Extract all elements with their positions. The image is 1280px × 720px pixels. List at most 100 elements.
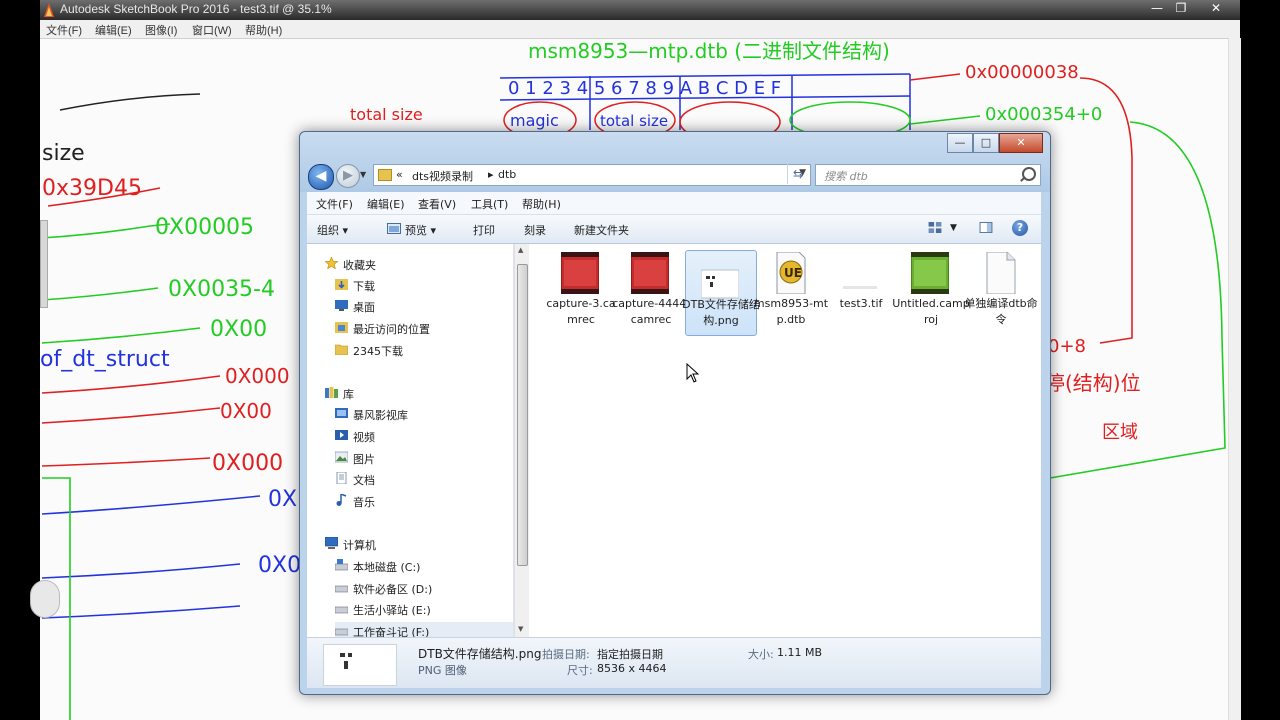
breadcrumb-separator[interactable]: ▸ (488, 168, 494, 181)
scroll-up-icon[interactable]: ▲ (518, 246, 523, 254)
downloads-folder-icon (335, 279, 348, 290)
nav-item-downloads-label: 下载 (353, 280, 375, 293)
video-file-icon (631, 252, 669, 294)
breadcrumb-item-dtb[interactable]: dtb (498, 168, 516, 181)
menu-view[interactable]: 查看(V) (418, 196, 456, 212)
sketch-text-r1: 0x00000038 (965, 62, 1079, 83)
new-folder-button[interactable]: 新建文件夹 (574, 222, 629, 238)
sb-menu-help[interactable]: 帮助(H) (245, 22, 282, 38)
video-library-icon (335, 408, 348, 418)
sketchbook-titlebar[interactable]: Autodesk SketchBook Pro 2016 - test3.tif… (40, 0, 1240, 20)
search-icon[interactable] (1022, 167, 1036, 181)
sb-menu-file[interactable]: 文件(F) (46, 22, 82, 38)
explorer-menubar: 文件(F) 编辑(E) 查看(V) 工具(T) 帮助(H) (307, 192, 1041, 215)
scrollbar-thumb[interactable] (517, 264, 528, 566)
documents-icon (336, 472, 347, 484)
view-options-icon[interactable] (928, 222, 942, 233)
file-label: DTB文件存储结构.png (682, 298, 760, 327)
svg-text:0X0035-4: 0X0035-4 (168, 277, 275, 302)
nav-computer-label: 计算机 (343, 539, 376, 552)
breadcrumb-item-dts[interactable]: dts视频录制 (412, 168, 473, 184)
sb-menu-window[interactable]: 窗口(W) (192, 22, 232, 38)
view-dropdown-icon[interactable]: ▼ (950, 223, 957, 233)
explorer-minimize-button[interactable]: — (947, 133, 973, 153)
svg-text:UE: UE (784, 266, 802, 280)
videos-icon (335, 430, 348, 440)
file-item-capture-4444[interactable]: capture-4444.camrec (612, 250, 690, 334)
svg-text:0+8: 0+8 (1048, 336, 1086, 357)
blank-file-icon (986, 252, 1016, 294)
details-size-label: 大小: (748, 648, 774, 661)
explorer-toolbar: 组织 ▾ 预览 ▾ 打印 刻录 新建文件夹 ▼ ? (307, 215, 1041, 244)
sketch-text-r2: 0x000354+0 (985, 104, 1102, 125)
library-icon (325, 387, 338, 398)
forward-button[interactable]: ▶ (336, 164, 360, 188)
menu-file[interactable]: 文件(F) (316, 196, 353, 212)
file-item-compile-dtb[interactable]: 单独编译dtb命令 (964, 250, 1038, 334)
drive-icon (335, 585, 348, 593)
nav-item-videos-label: 视频 (353, 431, 375, 444)
svg-text:0 1 2 3 4 5 6 7 8 9 A B C D E: 0 1 2 3 4 5 6 7 8 9 A B C D E F (508, 78, 781, 99)
details-size-value: 1.11 MB (777, 646, 823, 659)
organize-button[interactable]: 组织 ▾ (317, 222, 348, 238)
system-drive-icon (335, 559, 348, 571)
nav-library-label: 库 (343, 388, 354, 401)
address-bar[interactable]: « dts视频录制 ▸ dtb ▼ (373, 164, 811, 186)
navigation-scrollbar[interactable]: ▲ ▼ (514, 244, 529, 637)
sketchbook-scrollbar[interactable] (1228, 38, 1241, 720)
sketchbook-puck[interactable] (30, 580, 60, 618)
search-input[interactable]: 搜索 dtb (824, 168, 868, 184)
details-pane: DTB文件存储结构.png PNG 图像 拍摄日期: 指定拍摄日期 尺寸: 85… (307, 637, 1041, 688)
tif-file-icon (843, 286, 877, 289)
mouse-cursor-icon (686, 363, 700, 383)
file-item-dtb-png[interactable]: DTB文件存储结构.png (682, 250, 760, 336)
preview-pane-icon[interactable] (979, 222, 993, 233)
sb-menu-image[interactable]: 图像(I) (145, 22, 177, 38)
recent-places-icon (335, 322, 348, 333)
back-button[interactable]: ◀ (308, 164, 334, 190)
explorer-window: — □ ✕ ◀ ▶ ▼ « dts视频录制 ▸ dtb ▼ ⇆ 搜索 dtb 文… (299, 131, 1051, 695)
forward-arrow-icon: ▶ (343, 168, 353, 183)
svg-text:0X0: 0X0 (258, 553, 301, 578)
menu-edit[interactable]: 编辑(E) (367, 196, 405, 212)
breadcrumb-chevron[interactable]: « (396, 168, 403, 181)
refresh-button[interactable]: ⇆ (787, 164, 808, 184)
file-item-capture-3[interactable]: capture-3.camrec (546, 250, 616, 334)
file-list: capture-3.camrec capture-4444.camrec DTB… (528, 244, 1041, 637)
sketchbook-side-tab[interactable] (40, 220, 48, 308)
menu-tools[interactable]: 工具(T) (471, 196, 508, 212)
file-item-untitled-camproj[interactable]: Untitled.camproj (892, 250, 970, 334)
explorer-maximize-button[interactable]: □ (973, 133, 999, 153)
pictures-icon (335, 451, 348, 463)
drive-icon (335, 628, 348, 636)
file-item-test3-tif[interactable]: test3.tif (826, 250, 896, 334)
explorer-close-button[interactable]: ✕ (999, 133, 1043, 153)
preview-button[interactable]: 预览 ▾ (405, 222, 436, 238)
image-thumbnail-icon (340, 653, 352, 669)
sketchbook-close-button[interactable]: ✕ (1202, 0, 1230, 18)
details-date-value[interactable]: 指定拍摄日期 (597, 646, 663, 662)
sketch-text-title: msm8953—mtp.dtb (二进制文件结构) (528, 39, 890, 63)
file-label: msm8953-mtp.dtb (753, 297, 829, 326)
print-button[interactable]: 打印 (473, 222, 495, 238)
nav-item-desktop-label: 桌面 (353, 301, 375, 314)
search-box[interactable]: 搜索 dtb (815, 164, 1041, 186)
scroll-down-icon[interactable]: ▼ (518, 625, 523, 633)
svg-text:total size: total size (350, 105, 423, 124)
file-label: capture-4444.camrec (612, 297, 690, 326)
nav-item-drive-c-label: 本地磁盘 (C:) (353, 561, 421, 574)
burn-button[interactable]: 刻录 (524, 222, 546, 238)
history-dropdown-icon[interactable]: ▼ (360, 170, 366, 179)
svg-text:0X000: 0X000 (225, 364, 290, 388)
nav-item-music-label: 音乐 (353, 496, 375, 509)
star-icon (325, 257, 338, 269)
file-label: Untitled.camproj (892, 297, 970, 326)
sketchbook-maximize-button[interactable]: ❐ (1167, 0, 1195, 18)
help-button[interactable]: ? (1012, 220, 1028, 236)
drive-icon (335, 606, 348, 614)
nav-item-storm-label: 暴风影视库 (353, 409, 408, 422)
menu-help[interactable]: 帮助(H) (522, 196, 561, 212)
svg-text:0X00005: 0X00005 (155, 215, 254, 240)
sb-menu-edit[interactable]: 编辑(E) (95, 22, 132, 38)
file-item-msm8953-dtb[interactable]: UE msm8953-mtp.dtb (754, 250, 828, 334)
